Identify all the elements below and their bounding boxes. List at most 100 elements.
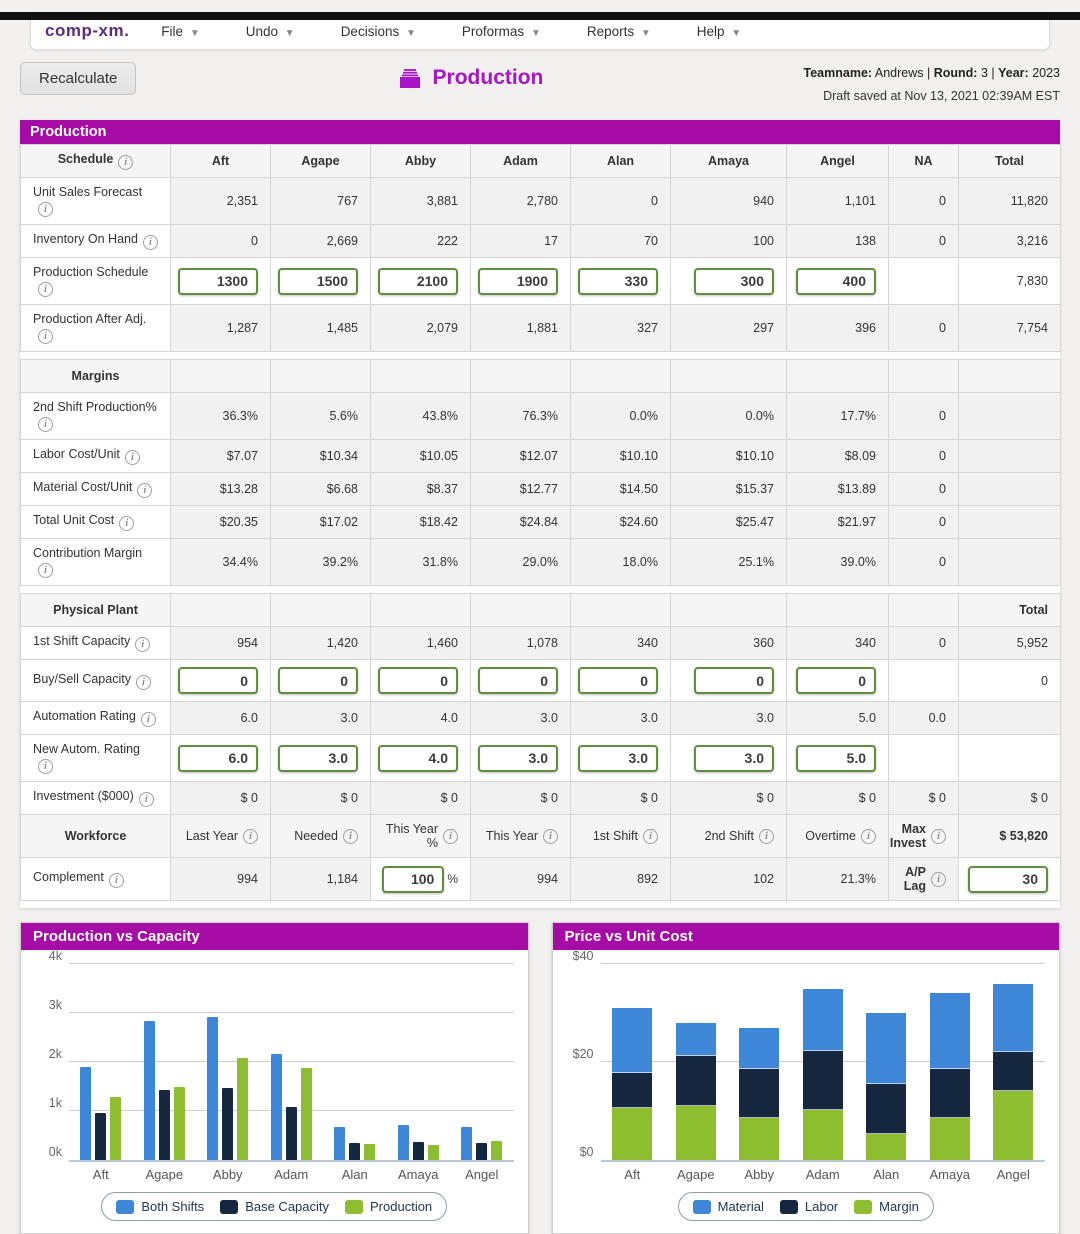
teamname-value: Andrews [874, 66, 924, 80]
production-schedule-input-aft[interactable] [178, 267, 258, 295]
chevron-down-icon: ▼ [731, 27, 742, 39]
ap-lag-input[interactable] [968, 865, 1048, 893]
info-icon[interactable]: i [38, 329, 53, 344]
legend-swatch [116, 1199, 135, 1214]
x-tick-label: Agape [676, 1167, 715, 1182]
recalculate-button[interactable]: Recalculate [20, 62, 137, 95]
bar-production [237, 1058, 249, 1160]
new-autom-rating-input-adam[interactable] [478, 744, 558, 772]
page-header: Recalculate Production Teamname: Andrews… [20, 62, 1060, 107]
info-icon[interactable]: i [759, 828, 774, 844]
info-icon[interactable]: i [118, 155, 134, 170]
bar-both-shifts [80, 1066, 92, 1160]
new-autom-rating-input-agape[interactable] [278, 744, 358, 772]
bar-both-shifts [461, 1126, 473, 1160]
bar-group-amaya [387, 966, 451, 1160]
stacked-bar [929, 993, 970, 1160]
nav-menu-file[interactable]: File ▼ [151, 18, 209, 45]
bar-base-capacity [349, 1143, 361, 1160]
x-tick-label: Adam [274, 1167, 309, 1182]
1st-shift-capacity-cell: 340 [570, 626, 671, 660]
info-icon[interactable]: i [119, 516, 135, 531]
nav-menu-reports[interactable]: Reports ▼ [577, 18, 661, 45]
info-icon[interactable]: i [38, 759, 53, 774]
compxm-logo[interactable]: comp-xm. [45, 21, 129, 41]
info-icon[interactable]: i [931, 871, 946, 887]
total-unit-cost-cell: $20.35 [170, 505, 271, 539]
production-schedule-input-alan[interactable] [578, 267, 658, 295]
info-icon[interactable]: i [140, 712, 156, 727]
info-icon[interactable]: i [124, 450, 140, 465]
column-header-total: Total [958, 593, 1061, 627]
this-year-pct-input[interactable] [382, 865, 445, 893]
empty-header-cell [786, 359, 889, 393]
info-icon[interactable]: i [38, 202, 53, 217]
new-autom-rating-input-abby[interactable] [378, 744, 458, 772]
info-icon[interactable]: i [138, 792, 154, 807]
info-icon[interactable]: i [135, 637, 151, 652]
buy-sell-capacity-input-amaya[interactable] [694, 667, 774, 694]
info-icon[interactable]: i [243, 828, 258, 844]
section-label-workforce: Workforce [20, 814, 171, 858]
info-icon[interactable]: i [443, 828, 458, 844]
info-icon[interactable]: i [861, 828, 876, 844]
production-schedule-input-amaya[interactable] [694, 267, 774, 295]
info-icon[interactable]: i [543, 828, 558, 844]
info-icon[interactable]: i [38, 417, 53, 432]
info-icon[interactable]: i [142, 235, 158, 250]
info-icon[interactable]: i [931, 828, 946, 844]
buy-sell-capacity-input-aft[interactable] [178, 667, 258, 694]
total-unit-cost-cell: $24.84 [470, 505, 571, 539]
total-unit-cost-cell [958, 505, 1061, 539]
automation-rating-cell: 3.0 [570, 701, 671, 735]
info-icon[interactable]: i [38, 282, 53, 297]
new-autom-rating-na-cell [888, 734, 959, 782]
workforce-col-this-year: This Year i [470, 814, 571, 858]
material-cost-unit-cell: $12.77 [470, 472, 571, 506]
empty-header-cell [570, 593, 671, 627]
table-row-total-unit-cost: Total Unit Cost i $20.35 $17.02 $18.42 $24.84… [20, 505, 1061, 539]
year-label: Year: [998, 66, 1029, 80]
info-icon[interactable]: i [38, 563, 53, 578]
buy-sell-capacity-cell [270, 659, 371, 702]
buy-sell-capacity-input-alan[interactable] [578, 667, 658, 694]
production-schedule-input-agape[interactable] [278, 267, 358, 295]
new-autom-rating-cell [270, 734, 371, 782]
info-icon[interactable]: i [135, 674, 151, 690]
labor-cost-unit-cell: $10.05 [370, 439, 471, 473]
unit-sales-forecast-cell: 940 [670, 177, 787, 225]
info-icon[interactable]: i [343, 828, 358, 844]
2nd-shift-production-row-label: 2nd Shift Production%i [20, 392, 171, 440]
nav-menu-help[interactable]: Help ▼ [687, 18, 751, 45]
contribution-margin-cell: 0 [888, 538, 959, 586]
chevron-down-icon: ▼ [284, 27, 295, 39]
bar-base-capacity [285, 1107, 297, 1160]
production-schedule-input-adam[interactable] [478, 267, 558, 295]
segment-margin [675, 1106, 716, 1160]
buy-sell-capacity-input-angel[interactable] [796, 667, 876, 694]
production-schedule-input-angel[interactable] [796, 267, 876, 295]
new-autom-rating-input-angel[interactable] [796, 744, 876, 772]
buy-sell-capacity-input-agape[interactable] [278, 667, 358, 694]
segment-material [675, 1022, 716, 1056]
production-schedule-input-abby[interactable] [378, 267, 458, 295]
nav-menu-proformas[interactable]: Proformas ▼ [452, 18, 551, 45]
info-icon[interactable]: i [108, 873, 124, 888]
buy-sell-capacity-input-adam[interactable] [478, 667, 558, 694]
automation-rating-cell: 4.0 [370, 701, 471, 735]
buy-sell-capacity-input-abby[interactable] [378, 667, 458, 694]
workforce-col-1st-shift: 1st Shift i [570, 814, 671, 858]
bar-base-capacity [412, 1142, 424, 1160]
info-icon[interactable]: i [137, 483, 153, 498]
new-autom-rating-input-alan[interactable] [578, 744, 658, 772]
nav-menu-undo[interactable]: Undo ▼ [236, 18, 305, 45]
complement-last-year: 994 [170, 857, 271, 901]
material-cost-unit-cell: $15.37 [670, 472, 787, 506]
bar-group-abby [196, 966, 260, 1160]
new-autom-rating-input-amaya[interactable] [694, 744, 774, 772]
new-autom-rating-input-aft[interactable] [178, 744, 258, 772]
production-icon [399, 69, 420, 88]
info-icon[interactable]: i [643, 828, 658, 844]
nav-menu-decisions[interactable]: Decisions ▼ [331, 18, 426, 45]
total-unit-cost-cell: $24.60 [570, 505, 671, 539]
